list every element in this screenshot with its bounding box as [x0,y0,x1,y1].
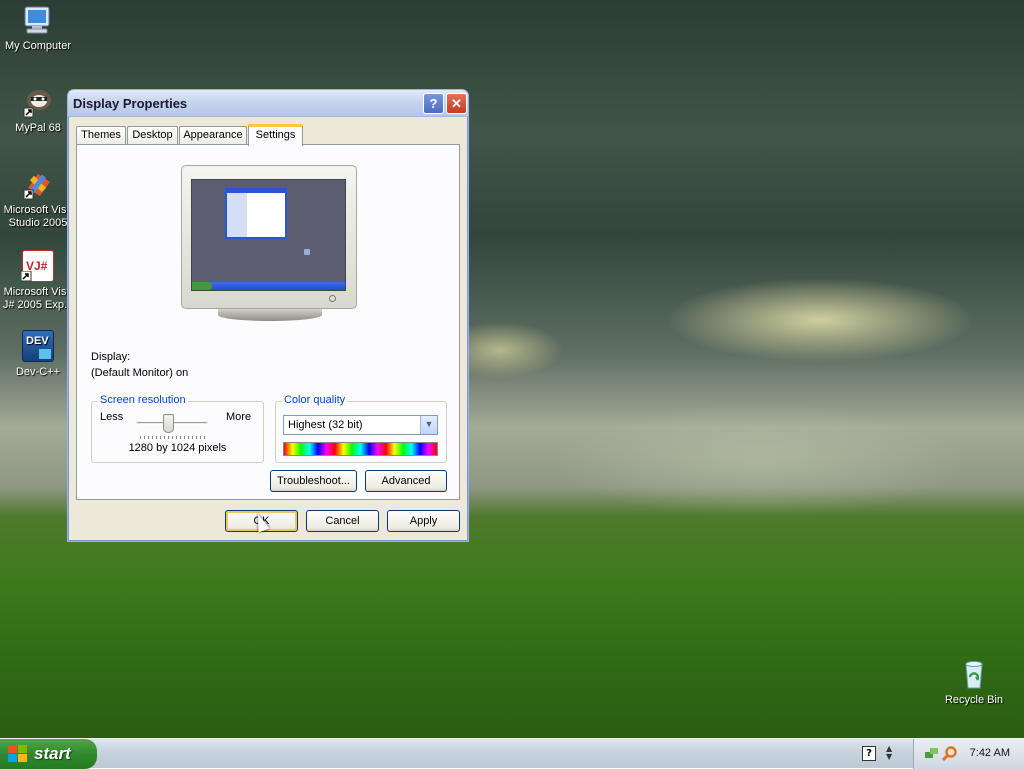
desktop-icon-devcpp[interactable]: DEV Dev-C++ [0,330,76,379]
display-label: Display: [91,351,131,363]
slider-ticks [140,436,206,439]
screen-resolution-title: Screen resolution [98,394,188,406]
preview-window [225,188,287,239]
troubleshoot-button[interactable]: Troubleshoot... [270,470,357,492]
desktop-icon-recycle-bin[interactable]: Recycle Bin [936,658,1012,707]
devcpp-icon: DEV [22,330,54,362]
tab-settings[interactable]: Settings [248,124,303,146]
help-icon: ? [429,96,438,111]
help-tray-label: ? [866,748,872,759]
help-button[interactable]: ? [423,93,444,114]
tab-appearance[interactable]: Appearance [179,126,247,145]
icon-label: Microsoft Visu [3,204,73,216]
visual-studio-icon [22,168,54,200]
power-button-icon [329,295,336,302]
color-spectrum-bar [283,442,438,456]
tab-label: Desktop [132,129,173,141]
mypal-icon [22,86,54,118]
color-quality-value: Highest (32 bit) [288,419,363,431]
settings-panel: Display: (Default Monitor) on Screen res… [76,144,460,500]
display-value: (Default Monitor) on [91,367,189,379]
tab-themes[interactable]: Themes [76,126,126,145]
monitor-preview [181,165,357,321]
windows-logo-icon [8,745,28,763]
network-icon[interactable] [924,746,939,761]
resolution-slider-thumb[interactable] [163,414,174,433]
vjsharp-icon: VJ# [21,250,54,282]
tab-label: Themes [81,129,121,141]
system-tray: 7:42 AM [913,739,1024,769]
cancel-button[interactable]: Cancel [306,510,379,532]
start-label: start [34,744,71,763]
start-button[interactable]: start [0,739,97,769]
devcpp-icon-badge [39,349,51,359]
icon-label: Studio 2005 [8,217,68,229]
desktop-icon-vjsharp[interactable]: VJ# Microsoft Visu J# 2005 Exp... [0,250,76,312]
icon-label: Recycle Bin [944,694,1004,706]
monitor-screen [191,179,346,291]
title-bar[interactable]: Display Properties ? ✕ [68,90,468,117]
color-quality-select[interactable]: Highest (32 bit) ▼ [283,415,438,435]
window-title: Display Properties [73,96,188,111]
chevron-down-icon[interactable]: ▼ [420,416,437,434]
icon-label: Microsoft Visu [3,286,73,298]
computer-icon [22,4,54,36]
color-quality-title: Color quality [282,394,348,406]
apply-button[interactable]: Apply [387,510,460,532]
preview-cursor-icon [304,249,310,255]
resolution-value: 1280 by 1024 pixels [128,442,227,454]
color-quality-group: Color quality Highest (32 bit) ▼ [275,394,447,463]
icon-label: J# 2005 Exp... [2,299,74,311]
tab-label: Settings [255,129,296,141]
less-label: Less [100,411,124,423]
close-icon: ✕ [451,96,462,111]
icon-label: MyPal 68 [15,122,61,134]
tab-desktop[interactable]: Desktop [127,126,178,145]
icon-label: Dev-C++ [15,366,61,378]
desktop-icon-visual-studio[interactable]: Microsoft Visu Studio 2005 [0,168,76,230]
taskbar: start ? ▲ ▼ 7:42 AM [0,738,1024,769]
clock[interactable]: 7:42 AM [970,747,1010,759]
advanced-button[interactable]: Advanced [365,470,447,492]
screen-resolution-group: Screen resolution Less More 1280 by 1024… [91,394,264,463]
desktop-icon-my-computer[interactable]: My Computer [0,4,76,53]
chevron-icon[interactable]: ▲ ▼ [886,745,892,761]
preview-taskbar [192,282,345,290]
display-properties-window: Display Properties ? ✕ Themes Desktop Ap… [67,89,469,542]
search-icon[interactable] [942,746,957,761]
help-tray-icon[interactable]: ? [862,746,876,761]
monitor-stand [218,309,322,321]
recycle-bin-icon [958,658,990,690]
close-button[interactable]: ✕ [446,93,467,114]
devcpp-icon-text: DEV [26,335,49,347]
desktop-icon-mypal[interactable]: MyPal 68 [0,86,76,135]
more-label: More [226,411,252,423]
tab-label: Appearance [183,129,243,141]
icon-label: My Computer [4,40,72,52]
